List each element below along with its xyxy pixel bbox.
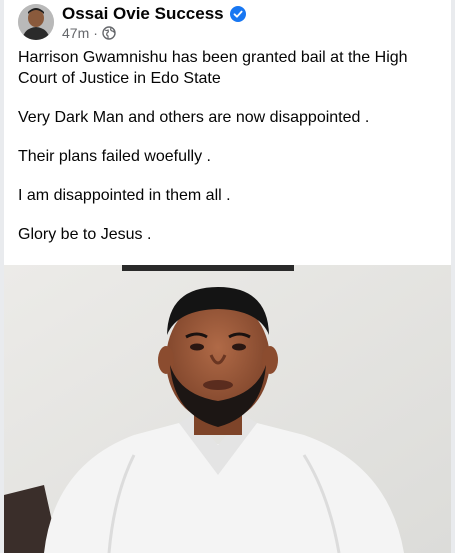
avatar-photo-icon [18, 4, 54, 40]
author-row: Ossai Ovie Success [62, 4, 246, 24]
facebook-post-card: Ossai Ovie Success 47m · Harrison Gwamni… [4, 0, 451, 553]
post-paragraph: I am disappointed in them all . [18, 187, 231, 204]
meta-separator: · [93, 25, 98, 41]
post-header: Ossai Ovie Success 47m · [18, 4, 438, 44]
verified-badge-icon [229, 6, 246, 22]
post-photo[interactable] [4, 265, 451, 553]
author-avatar[interactable] [18, 4, 54, 40]
post-timestamp[interactable]: 47m [62, 25, 89, 41]
post-text: Harrison Gwamnishu has been granted bail… [18, 47, 438, 263]
globe-icon[interactable] [102, 26, 116, 40]
post-meta: 47m · [62, 25, 116, 41]
post-paragraph: Very Dark Man and others are now disappo… [18, 109, 370, 126]
portrait-photo [4, 265, 451, 553]
post-paragraph: Their plans failed woefully . [18, 148, 211, 165]
post-paragraph: Harrison Gwamnishu has been granted bail… [18, 49, 408, 87]
author-name[interactable]: Ossai Ovie Success [62, 4, 224, 24]
post-paragraph: Glory be to Jesus . [18, 226, 152, 243]
